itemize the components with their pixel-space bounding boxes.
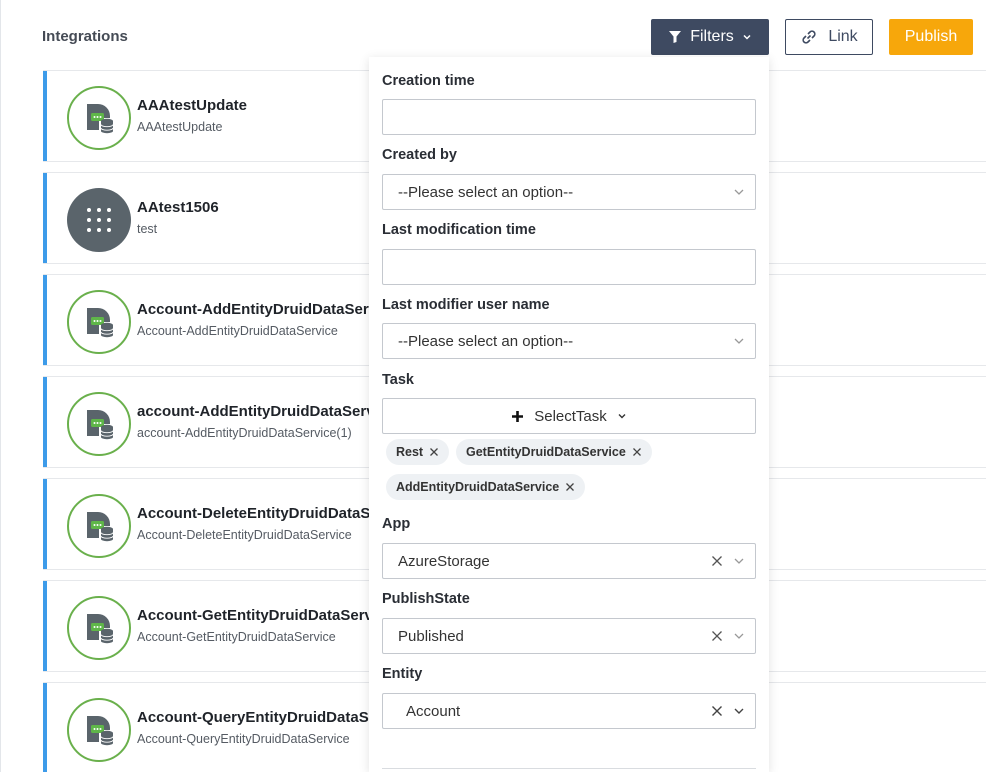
integration-name: Account-AddEntityDruidDataServ (137, 301, 378, 318)
integration-subtitle: Account-DeleteEntityDruidDataService (137, 528, 352, 542)
filter-icon (669, 31, 682, 43)
publish-state-select[interactable]: Published (382, 618, 756, 654)
chevron-down-icon (734, 558, 744, 564)
task-chip-label: GetEntityDruidDataService (466, 445, 626, 459)
clear-icon[interactable] (711, 555, 723, 567)
filters-button[interactable]: Filters (651, 19, 769, 55)
data-service-icon (87, 104, 114, 134)
app-value: AzureStorage (398, 553, 490, 570)
task-chip: GetEntityDruidDataService (456, 439, 652, 465)
remove-chip-icon[interactable] (632, 447, 642, 457)
integration-avatar (67, 494, 131, 558)
integration-subtitle: Account-AddEntityDruidDataService (137, 324, 338, 338)
entity-value: Account (406, 703, 461, 720)
integration-name: Account-DeleteEntityDruidDataSe (137, 505, 379, 522)
creation-time-input[interactable] (382, 99, 756, 135)
link-button-label: Link (828, 28, 858, 45)
clear-icon[interactable] (711, 630, 723, 642)
integration-name: account-AddEntityDruidDataServ (137, 403, 375, 420)
card-accent-bar (43, 581, 47, 671)
publish-state-label: PublishState (382, 591, 470, 607)
remove-chip-icon[interactable] (429, 447, 439, 457)
integration-subtitle: account-AddEntityDruidDataService(1) (137, 426, 352, 440)
integration-avatar (67, 698, 131, 762)
last-modifier-label: Last modifier user name (382, 297, 550, 313)
remove-chip-icon[interactable] (565, 482, 575, 492)
data-service-icon (87, 410, 114, 440)
integration-subtitle: Account-GetEntityDruidDataService (137, 630, 336, 644)
app-label: App (382, 516, 411, 532)
task-chip-label: AddEntityDruidDataService (396, 480, 560, 494)
integration-subtitle: AAAtestUpdate (137, 120, 223, 134)
integration-subtitle: Account-QueryEntityDruidDataService (137, 732, 350, 746)
integration-avatar (67, 188, 131, 252)
left-divider (0, 0, 1, 772)
card-accent-bar (43, 479, 47, 569)
integration-name: AAtest1506 (137, 199, 219, 216)
creation-time-label: Creation time (382, 73, 475, 89)
entity-select[interactable]: Account (382, 693, 756, 729)
created-by-select[interactable]: --Please select an option-- (382, 174, 756, 210)
card-accent-bar (43, 173, 47, 263)
filters-panel: Creation time Created by --Please select… (369, 57, 769, 772)
link-button[interactable]: Link (785, 19, 873, 55)
chevron-down-icon (734, 338, 744, 344)
last-modifier-select[interactable]: --Please select an option-- (382, 323, 756, 359)
chevron-down-icon (734, 189, 744, 195)
integration-subtitle: test (137, 222, 158, 236)
card-accent-bar (43, 377, 47, 467)
integration-avatar (67, 290, 131, 354)
select-task-button[interactable]: SelectTask (382, 398, 756, 434)
card-accent-bar (43, 683, 47, 772)
created-by-label: Created by (382, 147, 457, 163)
entity-label: Entity (382, 666, 423, 682)
app-select[interactable]: AzureStorage (382, 543, 756, 579)
integration-avatar (67, 392, 131, 456)
task-chip: AddEntityDruidDataService (386, 474, 586, 500)
panel-divider (382, 768, 756, 769)
clear-icon[interactable] (711, 705, 723, 717)
data-service-icon (87, 716, 114, 746)
last-modification-time-label: Last modification time (382, 222, 536, 238)
chevron-down-icon (743, 34, 751, 40)
integration-avatar (67, 596, 131, 660)
data-service-icon (87, 614, 114, 644)
plus-icon (512, 410, 524, 422)
filters-button-label: Filters (690, 28, 734, 45)
publish-state-value: Published (398, 628, 464, 645)
chevron-down-icon (618, 414, 626, 419)
data-service-icon (87, 308, 114, 338)
integration-name: Account-QueryEntityDruidDataSe (137, 709, 378, 726)
integration-avatar (67, 86, 131, 150)
created-by-value: --Please select an option-- (398, 184, 574, 201)
card-accent-bar (43, 275, 47, 365)
select-task-label: SelectTask (534, 407, 607, 425)
integration-name: AAAtestUpdate (137, 97, 248, 114)
task-chip-label: Rest (396, 445, 424, 459)
task-chip: Rest (386, 439, 450, 465)
publish-button[interactable]: Publish (889, 19, 973, 55)
task-label: Task (382, 372, 414, 388)
data-service-icon (87, 512, 114, 542)
card-accent-bar (43, 71, 47, 161)
chevron-down-icon (734, 708, 744, 714)
last-modification-time-input[interactable] (382, 249, 756, 285)
integrations-page: Integrations Filters Link Publish AAAtes… (0, 0, 986, 772)
last-modifier-value: --Please select an option-- (398, 333, 574, 350)
page-title: Integrations (42, 28, 128, 45)
link-icon (802, 30, 816, 44)
chevron-down-icon (734, 633, 744, 639)
dots-grid-icon (87, 208, 111, 232)
integration-name: Account-GetEntityDruidDataServ (137, 607, 373, 624)
